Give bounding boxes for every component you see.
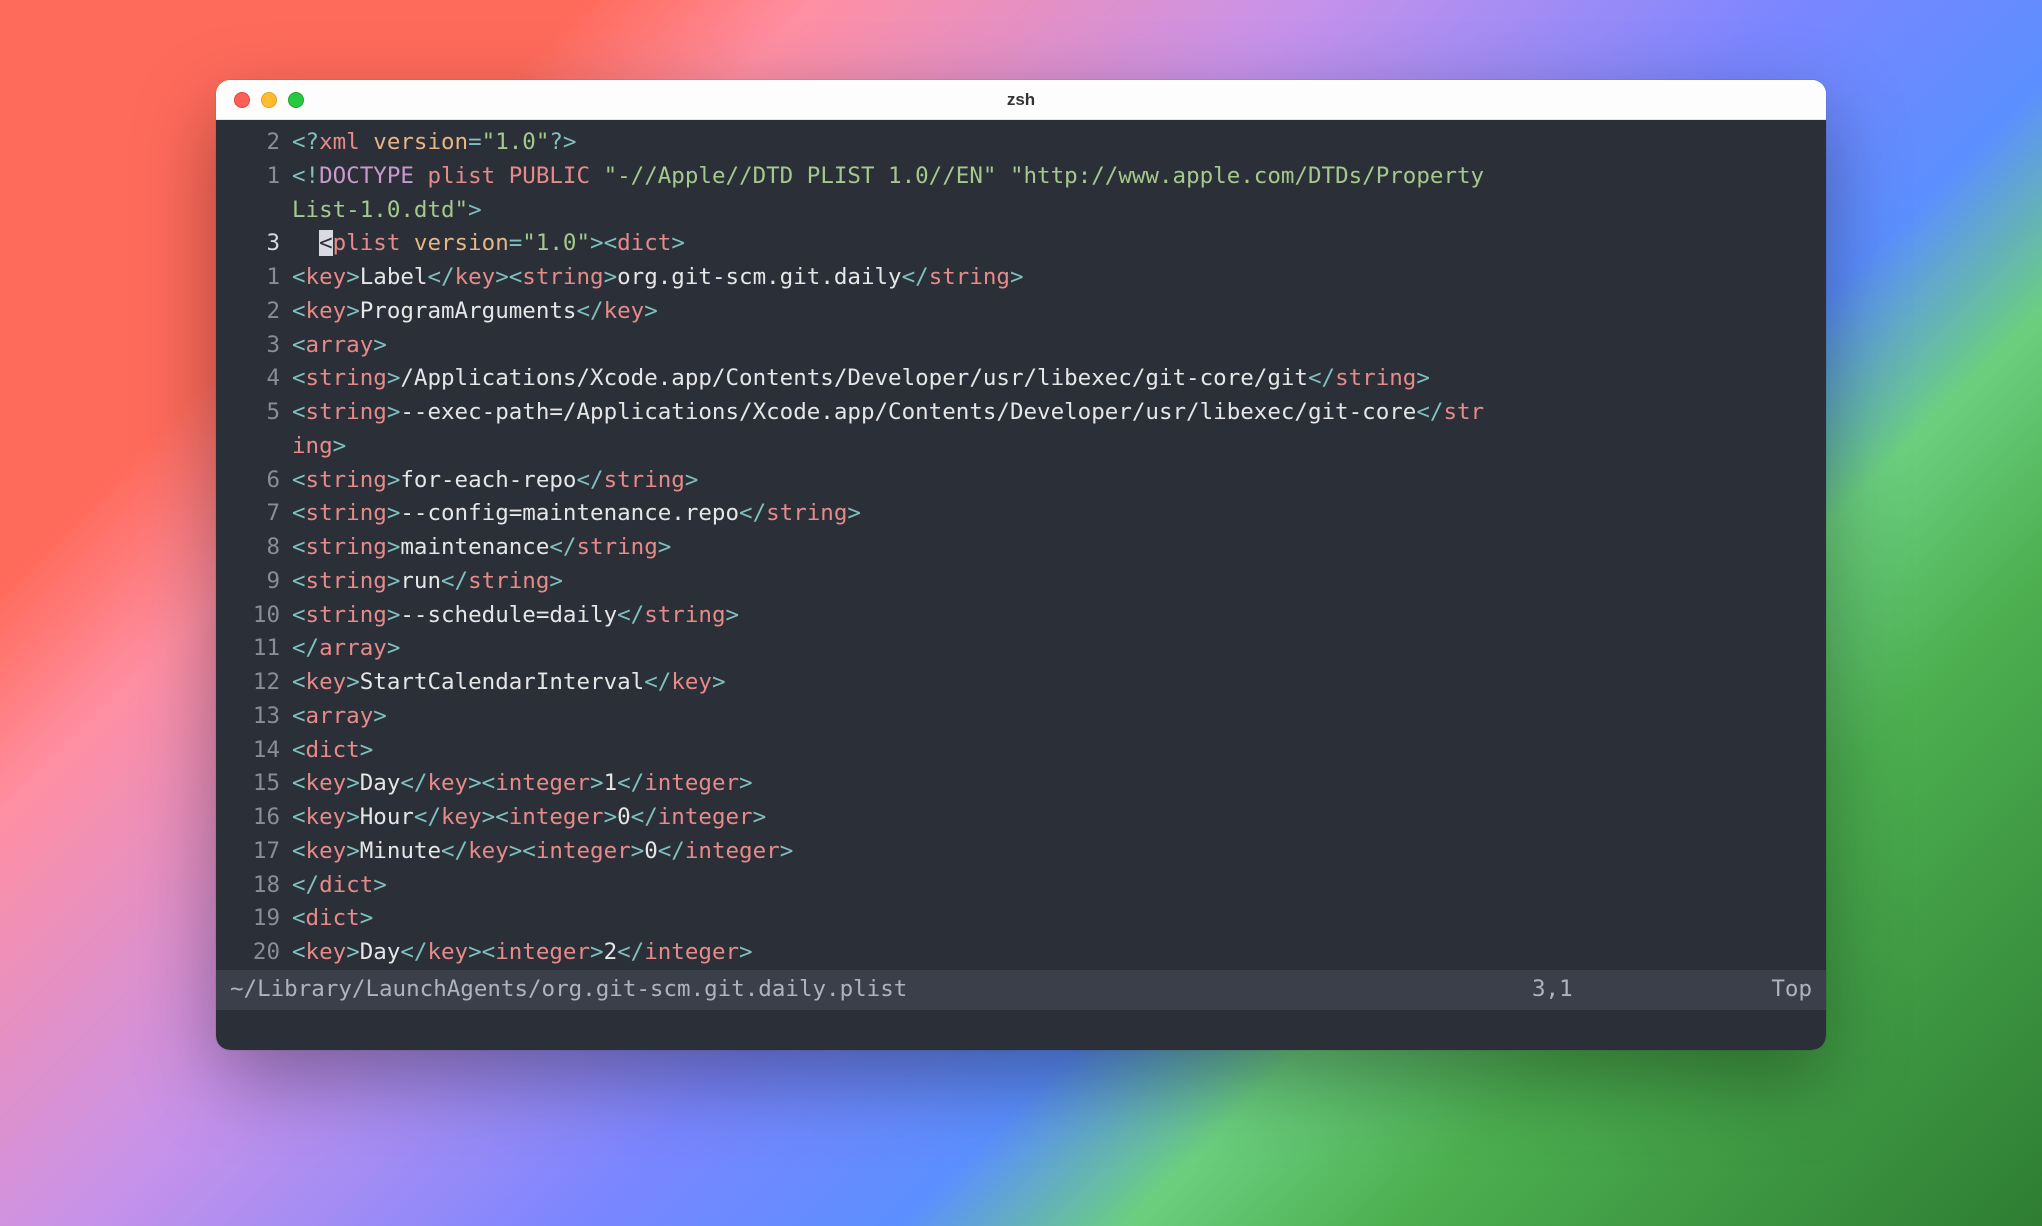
line-number: 11 <box>230 632 292 666</box>
titlebar[interactable]: zsh <box>216 80 1826 120</box>
code-text: ing> <box>292 430 1812 464</box>
code-text: </dict> <box>292 869 1812 903</box>
editor-line[interactable]: 12<key>StartCalendarInterval</key> <box>216 666 1826 700</box>
line-number: 10 <box>230 599 292 633</box>
code-text: <dict> <box>292 902 1812 936</box>
code-text: <key>Day</key><integer>2</integer> <box>292 936 1812 970</box>
code-text: <key>Day</key><integer>1</integer> <box>292 767 1812 801</box>
line-number: 2 <box>230 295 292 329</box>
line-number: 20 <box>230 936 292 970</box>
line-number <box>230 194 292 228</box>
editor-line[interactable]: 2<key>ProgramArguments</key> <box>216 295 1826 329</box>
code-text: </array> <box>292 632 1812 666</box>
line-number: 7 <box>230 497 292 531</box>
line-number: 14 <box>230 734 292 768</box>
code-text: <string>--schedule=daily</string> <box>292 599 1812 633</box>
line-number <box>230 430 292 464</box>
code-text: <string>maintenance</string> <box>292 531 1812 565</box>
line-number: 17 <box>230 835 292 869</box>
close-button[interactable] <box>234 92 250 108</box>
code-text: <string>/Applications/Xcode.app/Contents… <box>292 362 1812 396</box>
editor-line[interactable]: 3 <plist version="1.0"><dict> <box>216 227 1826 261</box>
code-text: <string>run</string> <box>292 565 1812 599</box>
editor-line[interactable]: 1<!DOCTYPE plist PUBLIC "-//Apple//DTD P… <box>216 160 1826 194</box>
line-number: 4 <box>230 362 292 396</box>
code-text: <dict> <box>292 734 1812 768</box>
line-number: 13 <box>230 700 292 734</box>
code-text: <string>--exec-path=/Applications/Xcode.… <box>292 396 1812 430</box>
code-text: <array> <box>292 700 1812 734</box>
editor-line[interactable]: 20<key>Day</key><integer>2</integer> <box>216 936 1826 970</box>
minimize-button[interactable] <box>261 92 277 108</box>
status-pos: 3,1 <box>1532 973 1732 1007</box>
editor-line[interactable]: 15<key>Day</key><integer>1</integer> <box>216 767 1826 801</box>
vim-statusbar: ~/Library/LaunchAgents/org.git-scm.git.d… <box>216 970 1826 1010</box>
editor-line[interactable]: 10<string>--schedule=daily</string> <box>216 599 1826 633</box>
code-text: <?xml version="1.0"?> <box>292 126 1812 160</box>
editor-line[interactable]: 16<key>Hour</key><integer>0</integer> <box>216 801 1826 835</box>
line-number: 6 <box>230 464 292 498</box>
code-text: List-1.0.dtd"> <box>292 194 1812 228</box>
editor-line[interactable]: 7<string>--config=maintenance.repo</stri… <box>216 497 1826 531</box>
line-number: 3 <box>230 227 292 261</box>
line-number: 2 <box>230 126 292 160</box>
editor-line[interactable]: 9<string>run</string> <box>216 565 1826 599</box>
line-number: 1 <box>230 160 292 194</box>
code-text: <string>for-each-repo</string> <box>292 464 1812 498</box>
line-number: 8 <box>230 531 292 565</box>
editor-line[interactable]: 1<key>Label</key><string>org.git-scm.git… <box>216 261 1826 295</box>
traffic-lights <box>216 92 304 108</box>
line-number: 9 <box>230 565 292 599</box>
terminal-window: zsh 2<?xml version="1.0"?>1<!DOCTYPE pli… <box>216 80 1826 1050</box>
editor-line[interactable]: 11</array> <box>216 632 1826 666</box>
code-text: <string>--config=maintenance.repo</strin… <box>292 497 1812 531</box>
line-number: 15 <box>230 767 292 801</box>
code-text: <key>Hour</key><integer>0</integer> <box>292 801 1812 835</box>
zoom-button[interactable] <box>288 92 304 108</box>
editor-line[interactable]: 4<string>/Applications/Xcode.app/Content… <box>216 362 1826 396</box>
editor-line[interactable]: 17<key>Minute</key><integer>0</integer> <box>216 835 1826 869</box>
status-scroll: Top <box>1732 973 1812 1007</box>
editor-line[interactable]: 18</dict> <box>216 869 1826 903</box>
editor-line[interactable]: 6<string>for-each-repo</string> <box>216 464 1826 498</box>
code-text: <key>Label</key><string>org.git-scm.git.… <box>292 261 1812 295</box>
line-number: 18 <box>230 869 292 903</box>
editor-line[interactable]: 8<string>maintenance</string> <box>216 531 1826 565</box>
line-number: 1 <box>230 261 292 295</box>
code-text: <array> <box>292 329 1812 363</box>
editor-line[interactable]: 2<?xml version="1.0"?> <box>216 126 1826 160</box>
line-number: 19 <box>230 902 292 936</box>
editor-line[interactable]: 5<string>--exec-path=/Applications/Xcode… <box>216 396 1826 430</box>
line-number: 3 <box>230 329 292 363</box>
editor-line[interactable]: List-1.0.dtd"> <box>216 194 1826 228</box>
code-text: <key>Minute</key><integer>0</integer> <box>292 835 1812 869</box>
editor-line[interactable]: 13<array> <box>216 700 1826 734</box>
window-title: zsh <box>216 90 1826 110</box>
line-number: 16 <box>230 801 292 835</box>
code-text: <!DOCTYPE plist PUBLIC "-//Apple//DTD PL… <box>292 160 1812 194</box>
editor-line[interactable]: 19<dict> <box>216 902 1826 936</box>
terminal-content[interactable]: 2<?xml version="1.0"?>1<!DOCTYPE plist P… <box>216 120 1826 1050</box>
status-file: ~/Library/LaunchAgents/org.git-scm.git.d… <box>230 973 1532 1007</box>
line-number: 12 <box>230 666 292 700</box>
code-text: <key>ProgramArguments</key> <box>292 295 1812 329</box>
editor-line[interactable]: 14<dict> <box>216 734 1826 768</box>
line-number: 5 <box>230 396 292 430</box>
code-text: <key>StartCalendarInterval</key> <box>292 666 1812 700</box>
editor-line[interactable]: 3<array> <box>216 329 1826 363</box>
code-text: <plist version="1.0"><dict> <box>292 227 1812 261</box>
editor-line[interactable]: ing> <box>216 430 1826 464</box>
